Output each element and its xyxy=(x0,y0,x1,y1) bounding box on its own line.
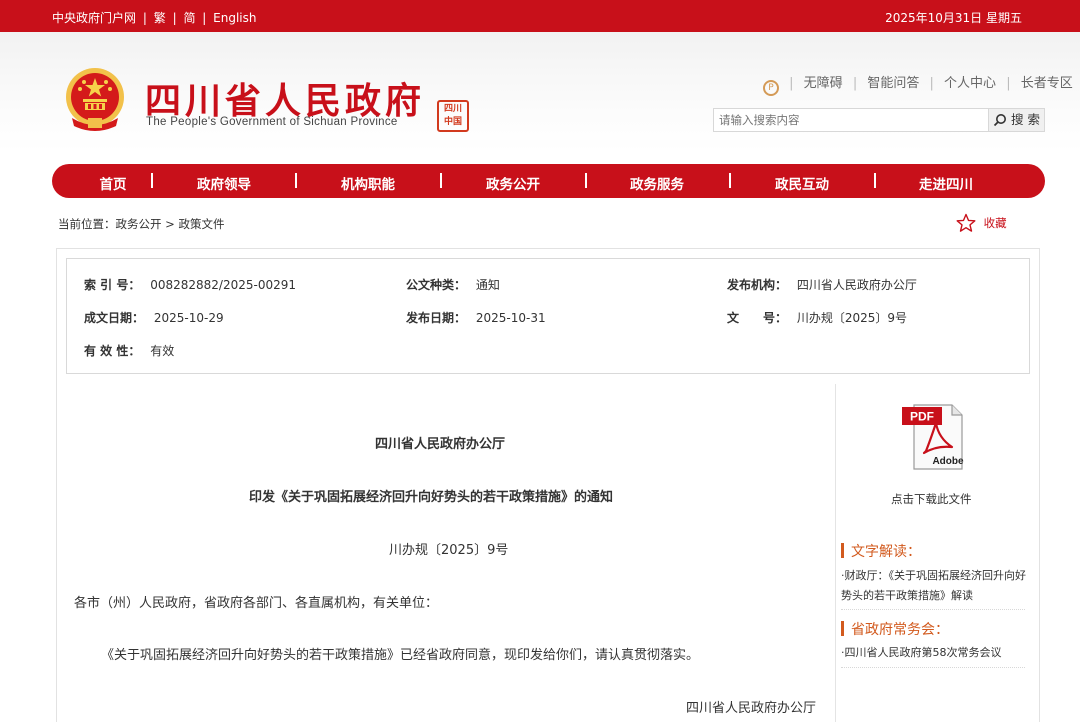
top-sep: | xyxy=(142,11,147,25)
meta-value: 有效 xyxy=(150,344,175,358)
document-org: 四川省人民政府办公厅 xyxy=(375,437,506,452)
meta-label: 文 号： xyxy=(727,311,788,325)
simplified-link[interactable]: 简 xyxy=(183,11,195,25)
download-file-link[interactable]: 点击下载此文件 xyxy=(891,491,972,507)
meta-issuer: 发布机构： 四川省人民政府办公厅 xyxy=(727,276,917,293)
sidebar-divider xyxy=(835,384,836,722)
favorite-button[interactable]: 收藏 xyxy=(956,213,1007,233)
search-box: 搜 索 xyxy=(713,108,1045,132)
main-nav: 首页 政府领导 机构职能 政务公开 政务服务 政民互动 走进四川 xyxy=(52,164,1045,198)
nav-divider xyxy=(585,173,587,188)
nav-about-sichuan[interactable]: 走进四川 xyxy=(919,173,973,193)
document-title: 印发《关于巩固拓展经济回升向好势头的若干政策措施》的通知 xyxy=(249,490,614,505)
tool-sep: | xyxy=(929,76,934,91)
meeting-link[interactable]: ·四川省人民政府第58次常务会议 xyxy=(841,643,1027,663)
meta-label: 公文种类： xyxy=(406,278,467,292)
meta-validity: 有 效 性： 有效 xyxy=(84,342,174,359)
top-bar: 中央政府门户网 | 繁 | 简 | English 2025年10月31日 星期… xyxy=(0,0,1080,32)
nav-home[interactable]: 首页 xyxy=(100,173,127,193)
meta-index: 索 引 号： 008282882/2025-00291 xyxy=(84,276,296,293)
nav-open-government[interactable]: 政务公开 xyxy=(486,173,540,193)
search-icon xyxy=(993,114,1007,127)
nav-interaction[interactable]: 政民互动 xyxy=(775,173,829,193)
search-input[interactable] xyxy=(713,108,989,132)
traditional-link[interactable]: 繁 xyxy=(154,11,166,25)
meta-value: 2025-10-31 xyxy=(475,311,546,325)
pdf-brand: Adobe xyxy=(932,456,964,467)
search-button[interactable]: 搜 索 xyxy=(989,108,1045,132)
accessibility-icon[interactable]: P xyxy=(763,80,779,96)
nav-divider xyxy=(295,173,297,188)
meta-label: 发布日期： xyxy=(406,311,467,325)
english-link[interactable]: English xyxy=(213,11,256,25)
meta-value: 008282882/2025-00291 xyxy=(150,278,296,292)
top-sep: | xyxy=(202,11,207,25)
meta-type: 公文种类： 通知 xyxy=(406,276,500,293)
portal-link[interactable]: 中央政府门户网 xyxy=(52,11,136,25)
national-emblem-icon[interactable] xyxy=(62,66,128,134)
meta-label: 成文日期： xyxy=(84,311,145,325)
tool-sep: | xyxy=(852,76,858,91)
meta-value: 通知 xyxy=(475,278,500,292)
document-number: 川办规〔2025〕9号 xyxy=(389,543,509,558)
meta-published: 发布日期： 2025-10-31 xyxy=(406,309,546,326)
site-subtitle: The People's Government of Sichuan Provi… xyxy=(146,116,398,128)
personal-center-link[interactable]: 个人中心 xyxy=(944,76,996,91)
nav-divider xyxy=(729,173,731,188)
seal-logo: 四川中国 xyxy=(437,100,469,132)
sidebar-separator xyxy=(841,609,1025,610)
smart-qa-link[interactable]: 智能问答 xyxy=(867,76,919,91)
breadcrumb[interactable]: 当前位置：政务公开 > 政策文件 xyxy=(58,216,224,232)
header-tools: P | 无障碍 | 智能问答 | 个人中心 | 长者专区 xyxy=(763,72,1073,96)
meta-label: 索 引 号： xyxy=(84,278,141,292)
document-metadata: 索 引 号： 008282882/2025-00291 公文种类： 通知 发布机… xyxy=(66,258,1030,374)
meta-value: 川办规〔2025〕9号 xyxy=(796,311,908,325)
document-signature: 四川省人民政府办公厅 xyxy=(686,701,817,716)
sidebar-separator xyxy=(841,667,1025,668)
nav-leaders[interactable]: 政府领导 xyxy=(197,173,251,193)
tool-sep: | xyxy=(1006,76,1011,91)
elderly-zone-link[interactable]: 长者专区 xyxy=(1021,76,1073,91)
pdf-download-icon[interactable]: PDF Adobe xyxy=(900,403,966,471)
interpretation-heading: 文字解读： xyxy=(841,541,921,561)
favorite-label: 收藏 xyxy=(983,216,1007,230)
accessibility-link[interactable]: 无障碍 xyxy=(804,76,843,91)
site-header: 四川省人民政府 The People's Government of Sichu… xyxy=(0,32,1080,152)
meta-created: 成文日期： 2025-10-29 xyxy=(84,309,224,326)
current-date: 2025年10月31日 星期五 xyxy=(885,11,1022,25)
meta-label: 发布机构： xyxy=(727,278,788,292)
pdf-badge: PDF xyxy=(910,410,934,424)
star-icon xyxy=(956,213,976,232)
document-salutation: 各市（州）人民政府，省政府各部门、各直属机构，有关单位： xyxy=(74,596,439,611)
nav-divider xyxy=(874,173,876,188)
meeting-heading: 省政府常务会： xyxy=(841,619,949,639)
nav-divider xyxy=(151,173,153,188)
top-sep: | xyxy=(172,11,177,25)
meta-value: 2025-10-29 xyxy=(153,311,224,325)
interpretation-link[interactable]: ·财政厅：《关于巩固拓展经济回升向好势头的若干政策措施》解读 xyxy=(841,566,1027,606)
nav-services[interactable]: 政务服务 xyxy=(630,173,684,193)
nav-divider xyxy=(440,173,442,188)
top-links: 中央政府门户网 | 繁 | 简 | English xyxy=(52,9,257,26)
nav-institutions[interactable]: 机构职能 xyxy=(341,173,395,193)
seal-text: 四川中国 xyxy=(443,104,462,127)
meta-label: 有 效 性： xyxy=(84,344,141,358)
document-body: 《关于巩固拓展经济回升向好势头的若干政策措施》已经省政府同意，现印发给你们，请认… xyxy=(101,648,700,663)
tool-sep: | xyxy=(789,76,794,91)
search-button-label: 搜 索 xyxy=(1011,112,1040,127)
meta-value: 四川省人民政府办公厅 xyxy=(796,278,917,292)
meta-docno: 文 号： 川办规〔2025〕9号 xyxy=(727,309,907,326)
